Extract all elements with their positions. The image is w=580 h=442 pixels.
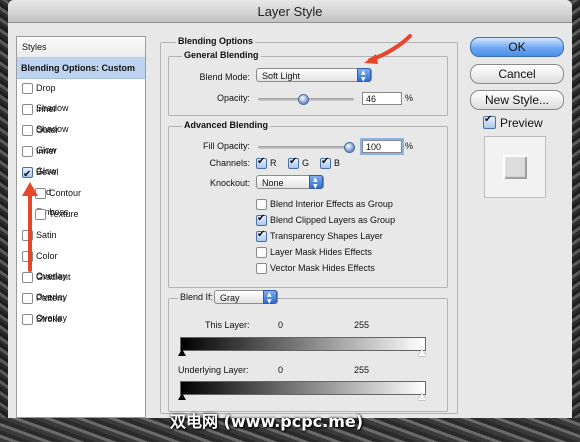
styles-item-blending-options[interactable]: Blending Options: Custom: [17, 58, 145, 79]
blend-if-value: Gray: [220, 293, 240, 303]
color-overlay-checkbox[interactable]: [22, 251, 33, 262]
general-blending-title: General Blending: [182, 50, 261, 60]
vector-mask-hides-checkbox[interactable]: [256, 263, 267, 274]
this-layer-white-handle[interactable]: [418, 349, 426, 356]
underlying-layer-black-handle[interactable]: [178, 393, 186, 400]
styles-item-label: Contour: [49, 188, 82, 198]
opacity-slider[interactable]: [258, 94, 354, 105]
style-preview-thumbnail: [484, 136, 546, 198]
knockout-select[interactable]: None: [256, 173, 324, 194]
texture-checkbox[interactable]: [35, 209, 46, 220]
drop-shadow-checkbox[interactable]: [22, 83, 33, 94]
channel-r-checkbox[interactable]: [256, 156, 267, 169]
blend-if-select[interactable]: Gray: [214, 288, 278, 309]
fill-opacity-slider-handle[interactable]: [344, 142, 355, 153]
inner-shadow-checkbox[interactable]: [22, 104, 33, 115]
this-layer-gradient: [180, 337, 426, 351]
this-layer-label: This Layer:: [205, 320, 250, 330]
advanced-blending-title: Advanced Blending: [182, 120, 271, 130]
window-title: Layer Style: [257, 4, 323, 19]
this-layer-black-handle[interactable]: [178, 349, 186, 356]
underlying-layer-min: 0: [278, 365, 284, 375]
title-bar[interactable]: Layer Style: [8, 0, 572, 23]
channels-label: Channels:: [209, 158, 250, 168]
blend-clipped-layers-checkbox[interactable]: [256, 213, 267, 226]
transparency-shapes-checkbox[interactable]: [256, 229, 267, 242]
styles-item-label: Stroke: [36, 314, 63, 324]
opacity-slider-handle[interactable]: [297, 94, 309, 105]
gradient-overlay-checkbox[interactable]: [22, 272, 33, 283]
stroke-checkbox[interactable]: [22, 314, 33, 325]
channel-g-label: G: [302, 158, 310, 168]
bevel-and-emboss-checkbox[interactable]: [22, 165, 33, 185]
blend-mode-label: Blend Mode:: [199, 72, 250, 82]
opacity-label: Opacity:: [216, 93, 250, 103]
blend-mode-value: Soft Light: [262, 71, 301, 81]
layer-mask-hides-checkbox[interactable]: [256, 247, 267, 258]
chevron-updown-icon: [309, 173, 323, 194]
layer-style-dialog: Layer Style Styles Blending Options: Cus…: [8, 0, 572, 418]
underlying-layer-white-handle[interactable]: [418, 393, 426, 400]
channel-r-label: R: [270, 158, 277, 168]
this-layer-min: 0: [278, 320, 284, 330]
styles-item-label: Satin: [36, 230, 57, 240]
styles-header[interactable]: Styles: [17, 37, 145, 58]
underlying-layer-gradient: [180, 381, 426, 395]
satin-checkbox[interactable]: [22, 230, 33, 241]
watermark-text: 双电网 (www.pcpc.me): [170, 412, 364, 431]
knockout-label: Knockout:: [209, 178, 250, 188]
fill-opacity-unit: %: [405, 141, 414, 151]
channel-b-label: B: [334, 158, 341, 168]
fill-opacity-field[interactable]: 100: [362, 140, 402, 153]
preview-label: Preview: [500, 116, 543, 130]
underlying-layer-max: 255: [354, 365, 370, 375]
outer-glow-checkbox[interactable]: [22, 125, 33, 136]
knockout-value: None: [262, 178, 284, 188]
layer-mask-hides-label: Layer Mask Hides Effects: [270, 247, 372, 257]
chevron-updown-icon: [357, 66, 371, 87]
opacity-unit: %: [405, 93, 414, 103]
blend-mode-select[interactable]: Soft Light: [256, 66, 372, 87]
general-blending-group: [168, 56, 448, 116]
underlying-layer-label: Underlying Layer:: [178, 365, 249, 375]
fill-opacity-slider[interactable]: [258, 142, 355, 153]
styles-item-label: Texture: [49, 209, 79, 219]
contour-checkbox[interactable]: [35, 188, 46, 199]
blending-options-title: Blending Options: [176, 36, 255, 46]
preview-checkbox[interactable]: [483, 114, 496, 129]
channel-g-checkbox[interactable]: [288, 156, 299, 169]
vector-mask-hides-label: Vector Mask Hides Effects: [270, 263, 375, 273]
styles-list: Styles Blending Options: Custom Drop Sha…: [16, 36, 146, 418]
preview-swatch: [503, 155, 527, 179]
blend-if-label: Blend If:: [178, 292, 216, 302]
ok-button[interactable]: OK: [470, 37, 564, 57]
blend-interior-effects-checkbox[interactable]: [256, 199, 267, 210]
blend-interior-effects-label: Blend Interior Effects as Group: [270, 199, 393, 209]
chevron-updown-icon: [263, 288, 277, 309]
inner-glow-checkbox[interactable]: [22, 146, 33, 157]
channel-b-checkbox[interactable]: [320, 156, 331, 169]
new-style-button[interactable]: New Style...: [470, 90, 564, 110]
cancel-button[interactable]: Cancel: [470, 64, 564, 84]
opacity-field[interactable]: 46: [362, 92, 402, 105]
this-layer-max: 255: [354, 320, 370, 330]
blend-clipped-layers-label: Blend Clipped Layers as Group: [270, 215, 396, 225]
desktop-background-left: [0, 0, 8, 442]
pattern-overlay-checkbox[interactable]: [22, 293, 33, 304]
desktop-background-right: [572, 0, 580, 442]
fill-opacity-label: Fill Opacity:: [202, 141, 250, 151]
transparency-shapes-label: Transparency Shapes Layer: [270, 231, 383, 241]
